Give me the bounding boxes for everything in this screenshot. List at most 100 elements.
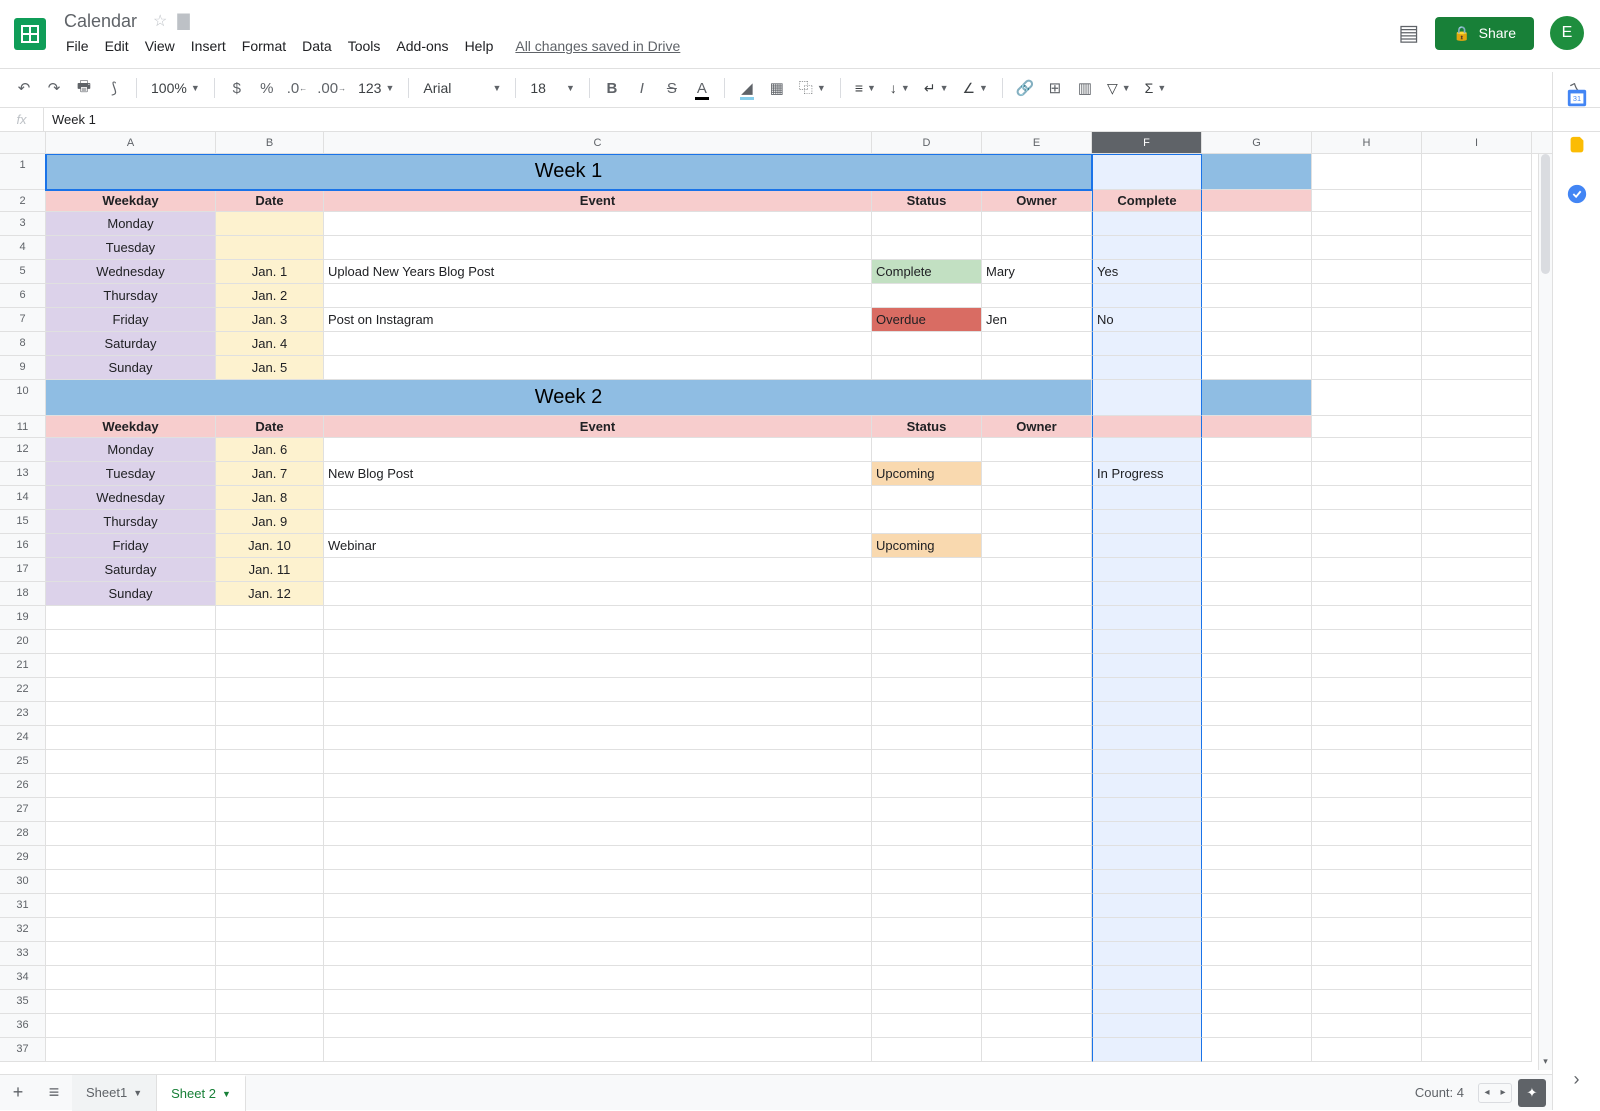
row-header[interactable]: 29 (0, 846, 46, 870)
menu-insert[interactable]: Insert (183, 34, 234, 58)
grid-rows[interactable]: 1Week 12WeekdayDateEventStatusOwnerCompl… (0, 154, 1552, 1070)
cell[interactable] (46, 822, 216, 846)
cell[interactable] (872, 894, 982, 918)
status-cell[interactable]: Overdue (872, 308, 982, 332)
cell[interactable] (1092, 702, 1202, 726)
cell[interactable] (216, 966, 324, 990)
cell[interactable] (1312, 1014, 1422, 1038)
row-header[interactable]: 31 (0, 894, 46, 918)
row-header[interactable]: 37 (0, 1038, 46, 1062)
cell[interactable] (1422, 894, 1532, 918)
cell[interactable] (1202, 918, 1312, 942)
complete-cell[interactable]: In Progress (1092, 462, 1202, 486)
owner-cell[interactable] (982, 212, 1092, 236)
cell[interactable] (1202, 260, 1312, 284)
bold-button[interactable]: B (598, 74, 626, 102)
cell[interactable] (1312, 416, 1422, 438)
menu-file[interactable]: File (58, 34, 97, 58)
cell[interactable] (1202, 1014, 1312, 1038)
cell[interactable] (1422, 798, 1532, 822)
cell[interactable] (324, 942, 872, 966)
cell[interactable] (1312, 438, 1422, 462)
formula-input[interactable]: Week 1 (44, 112, 1600, 127)
status-cell[interactable]: Upcoming (872, 462, 982, 486)
cell[interactable] (216, 654, 324, 678)
percent-button[interactable]: % (253, 74, 281, 102)
status-cell[interactable] (872, 486, 982, 510)
cell[interactable] (324, 1014, 872, 1038)
cell[interactable] (216, 846, 324, 870)
complete-cell[interactable] (1092, 486, 1202, 510)
col-header-A[interactable]: A (46, 132, 216, 153)
owner-cell[interactable] (982, 486, 1092, 510)
cell[interactable] (1312, 774, 1422, 798)
cell[interactable] (1422, 558, 1532, 582)
cell[interactable] (324, 1038, 872, 1062)
cell[interactable] (1202, 380, 1312, 416)
event-cell[interactable] (324, 438, 872, 462)
cell[interactable] (1312, 154, 1422, 190)
fill-color-button[interactable]: ◢ (733, 74, 761, 102)
cell[interactable] (872, 990, 982, 1014)
complete-cell[interactable] (1092, 356, 1202, 380)
event-cell[interactable] (324, 356, 872, 380)
cell[interactable] (1422, 284, 1532, 308)
add-sheet-button[interactable]: + (0, 1075, 36, 1111)
cell[interactable] (1202, 236, 1312, 260)
undo-button[interactable]: ↶ (10, 74, 38, 102)
cell[interactable] (1202, 846, 1312, 870)
cell[interactable] (1092, 630, 1202, 654)
weekday-cell[interactable]: Thursday (46, 284, 216, 308)
cell[interactable] (324, 726, 872, 750)
cell[interactable] (1312, 678, 1422, 702)
cell[interactable] (1422, 260, 1532, 284)
cell[interactable] (1422, 606, 1532, 630)
menu-add-ons[interactable]: Add-ons (388, 34, 456, 58)
cell[interactable] (1202, 534, 1312, 558)
cell[interactable] (1422, 990, 1532, 1014)
cell[interactable] (1312, 918, 1422, 942)
comments-icon[interactable]: ▤ (1398, 20, 1419, 46)
cell[interactable] (1422, 438, 1532, 462)
cell[interactable] (872, 1014, 982, 1038)
complete-cell[interactable] (1092, 438, 1202, 462)
cell[interactable] (1202, 894, 1312, 918)
cell[interactable] (46, 846, 216, 870)
row-header[interactable]: 14 (0, 486, 46, 510)
star-icon[interactable]: ☆ (153, 11, 167, 31)
weekday-cell[interactable]: Saturday (46, 332, 216, 356)
cell[interactable] (982, 750, 1092, 774)
weekday-cell[interactable]: Thursday (46, 510, 216, 534)
move-folder-icon[interactable]: ▇ (177, 11, 189, 31)
cell[interactable] (216, 630, 324, 654)
italic-button[interactable]: I (628, 74, 656, 102)
v-align-button[interactable]: ↓▼ (884, 80, 916, 96)
cell[interactable] (1092, 822, 1202, 846)
cell[interactable] (1422, 190, 1532, 212)
cell[interactable] (1422, 846, 1532, 870)
status-cell[interactable] (872, 438, 982, 462)
cell[interactable] (1422, 1014, 1532, 1038)
insert-comment-button[interactable]: ⊞ (1041, 74, 1069, 102)
row-header[interactable]: 21 (0, 654, 46, 678)
cell[interactable] (1092, 918, 1202, 942)
tab-sheet2[interactable]: Sheet 2▼ (157, 1075, 246, 1111)
cell[interactable] (982, 870, 1092, 894)
cell[interactable] (1092, 654, 1202, 678)
date-cell[interactable]: Jan. 7 (216, 462, 324, 486)
cell[interactable] (1312, 750, 1422, 774)
cell[interactable] (1202, 726, 1312, 750)
cell[interactable] (46, 726, 216, 750)
cell[interactable] (1202, 190, 1312, 212)
cell[interactable] (1312, 236, 1422, 260)
row-header[interactable]: 10 (0, 380, 46, 416)
cell[interactable] (324, 606, 872, 630)
event-cell[interactable]: New Blog Post (324, 462, 872, 486)
cell[interactable] (872, 654, 982, 678)
print-button[interactable]: 🖶 (70, 74, 98, 102)
cell[interactable] (1092, 606, 1202, 630)
date-cell[interactable] (216, 212, 324, 236)
menu-view[interactable]: View (137, 34, 183, 58)
cell[interactable] (982, 822, 1092, 846)
owner-cell[interactable] (982, 462, 1092, 486)
